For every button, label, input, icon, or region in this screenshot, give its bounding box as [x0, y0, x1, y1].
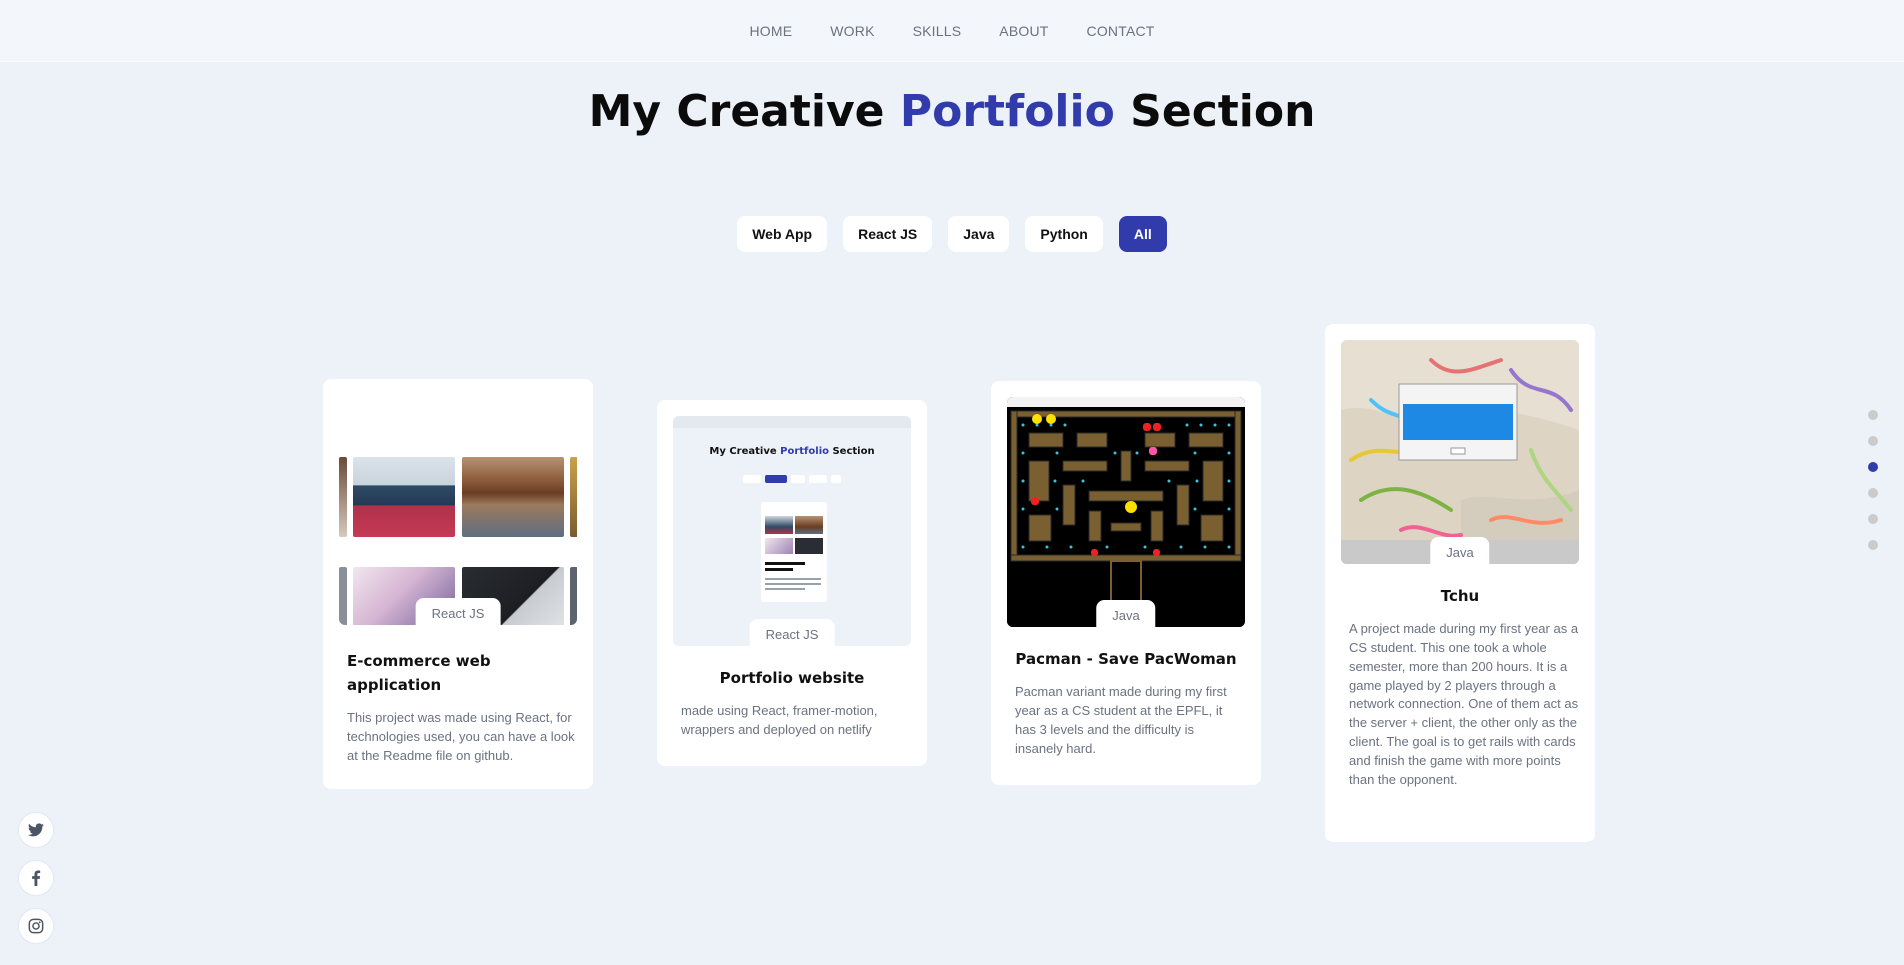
project-thumbnail[interactable]: React JS [339, 395, 577, 625]
filter-bar: Web App React JS Java Python All [0, 216, 1904, 252]
thumb-navbar [673, 416, 911, 428]
project-description: This project was made using React, for t… [347, 710, 575, 763]
section-dot-work[interactable] [1868, 462, 1878, 472]
project-description: Pacman variant made during my first year… [1015, 684, 1227, 756]
project-title: Portfolio website [719, 669, 865, 687]
thumb-photo-cowboy-hat [462, 457, 564, 537]
nav-link-home[interactable]: HOME [749, 23, 792, 39]
thumb-card [761, 502, 827, 602]
project-description: A project made during my first year as a… [1349, 621, 1579, 787]
project-card-portfolio[interactable]: My Creative Portfolio Section React JS P… [657, 400, 927, 766]
project-title: Tchu [1440, 587, 1480, 605]
section-heading: My Creative Portfolio Section [0, 86, 1904, 137]
thumb-heading-part1: My Creative [709, 446, 777, 457]
project-title: Pacman - Save PacWoman [1015, 650, 1237, 668]
pacman-maze-graphic [1007, 407, 1245, 627]
thumb-heading-part2: Section [832, 446, 875, 457]
thumb-photo-hat-woman [339, 457, 347, 537]
project-tag: React JS [749, 619, 835, 646]
heading-part2: Section [1130, 86, 1316, 137]
facebook-icon [32, 870, 41, 886]
social-links [18, 812, 54, 944]
thumb-heading: My Creative Portfolio Section [673, 446, 911, 457]
thumb-photo-beanie [353, 457, 455, 537]
facebook-button[interactable] [18, 860, 54, 896]
filter-python[interactable]: Python [1025, 216, 1103, 252]
heading-accent: Portfolio [899, 86, 1115, 137]
section-dot-nav [1868, 410, 1878, 550]
section-dot-about[interactable] [1868, 436, 1878, 446]
nav-link-contact[interactable]: CONTACT [1087, 23, 1155, 39]
instagram-button[interactable] [18, 908, 54, 944]
heading-part1: My Creative [588, 86, 885, 137]
thumb-filters [743, 475, 841, 483]
thumb-heading-accent: Portfolio [780, 446, 829, 457]
project-card-pacman[interactable]: Java Pacman - Save PacWoman Pacman varia… [991, 381, 1261, 785]
section-dot-contact[interactable] [1868, 540, 1878, 550]
nav-link-about[interactable]: ABOUT [999, 23, 1048, 39]
project-tag: React JS [415, 598, 501, 625]
thumb-photo-edge-left [339, 567, 347, 625]
project-thumbnail[interactable]: Java [1341, 340, 1579, 564]
tchu-map-graphic [1341, 340, 1579, 564]
project-title: E-commerce web application [347, 652, 491, 694]
nav-link-work[interactable]: WORK [830, 23, 874, 39]
section-dot-testimonials[interactable] [1868, 514, 1878, 524]
project-tag: Java [1430, 537, 1490, 564]
thumb-photo-edge-right [570, 567, 577, 625]
filter-all[interactable]: All [1118, 216, 1167, 252]
section-dot-home[interactable] [1868, 410, 1878, 420]
filter-web-app[interactable]: Web App [737, 216, 828, 252]
project-tag: Java [1096, 600, 1156, 627]
thumb-photo-edge [570, 457, 577, 537]
project-card-ecommerce[interactable]: React JS E-commerce web application This… [323, 379, 593, 789]
thumb-window-titlebar [1007, 397, 1245, 407]
project-card-tchu[interactable]: Java Tchu A project made during my first… [1325, 324, 1595, 842]
project-thumbnail[interactable]: Java [1007, 397, 1245, 627]
twitter-icon [28, 823, 44, 837]
filter-react-js[interactable]: React JS [843, 216, 933, 252]
twitter-button[interactable] [18, 812, 54, 848]
project-description: made using React, framer-motion, wrapper… [681, 703, 878, 737]
project-thumbnail[interactable]: My Creative Portfolio Section React JS [673, 416, 911, 646]
top-navbar: HOME WORK SKILLS ABOUT CONTACT [0, 0, 1904, 62]
filter-java[interactable]: Java [948, 216, 1010, 252]
instagram-icon [28, 918, 44, 934]
section-dot-skills[interactable] [1868, 488, 1878, 498]
nav-link-skills[interactable]: SKILLS [913, 23, 962, 39]
